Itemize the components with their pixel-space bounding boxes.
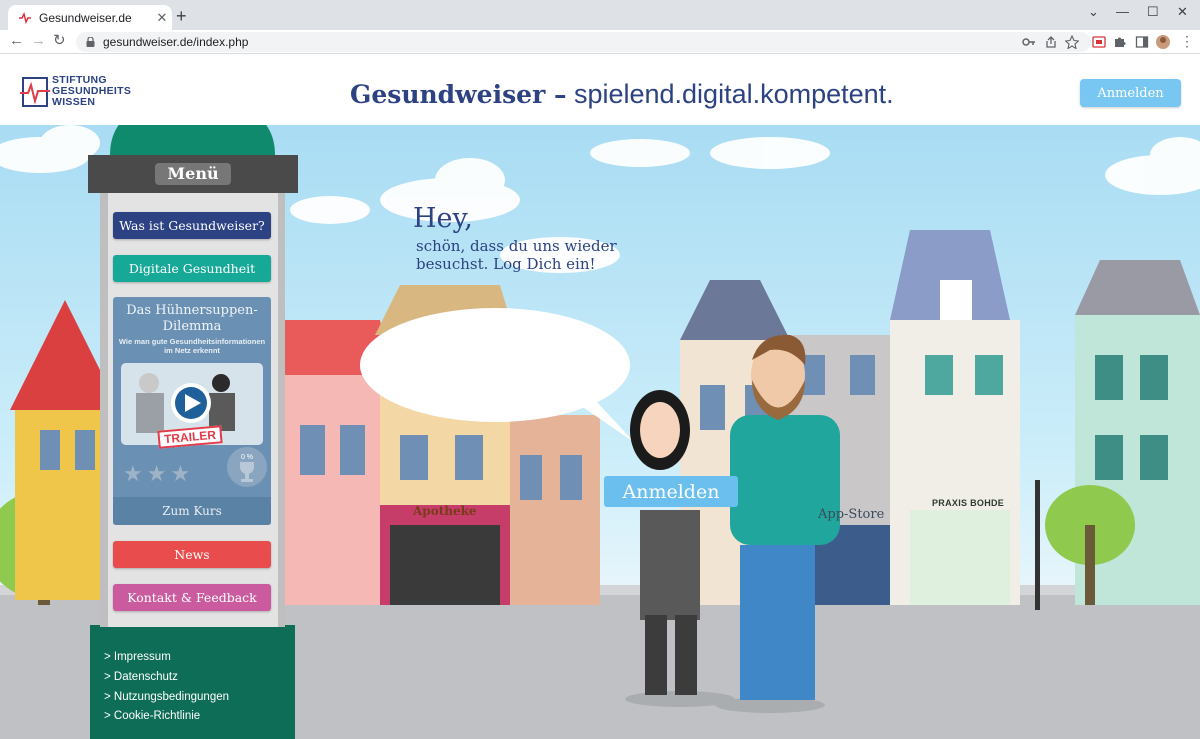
link-cookie-richtlinie[interactable]: > Cookie-Richtlinie (104, 707, 229, 727)
forward-icon[interactable]: → (31, 32, 46, 50)
title-rest: spielend.digital.kompetent. (566, 79, 894, 109)
tab-search-icon[interactable]: ⌄ (1088, 4, 1099, 20)
logo-line-3: WISSEN (52, 96, 96, 108)
apotheke-sign: Apotheke (413, 504, 477, 518)
share-icon[interactable] (1044, 35, 1058, 49)
minimize-icon[interactable]: — (1116, 4, 1129, 19)
logo-heartbeat-icon (20, 77, 50, 107)
logo[interactable]: STIFTUNG GESUNDHEITS WISSEN (20, 75, 131, 109)
course-start-button[interactable]: Zum Kurs (113, 497, 271, 525)
menu-title: Menü (167, 164, 219, 183)
footer-links: > Impressum > Datenschutz > Nutzungsbedi… (104, 648, 229, 727)
scene-login-button[interactable]: Anmelden (604, 476, 738, 507)
course-title: Das Hühnersuppen-Dilemma (126, 303, 258, 334)
profile-avatar-icon[interactable] (1156, 35, 1170, 49)
browser-tab[interactable]: Gesundweiser.de ✕ (8, 5, 172, 30)
link-impressum[interactable]: > Impressum (104, 648, 229, 668)
course-subtitle: Wie man gute Gesundheitsinformationen im… (118, 337, 266, 355)
trophy-icon: 0 % (227, 447, 267, 487)
sidepanel-icon[interactable] (1135, 35, 1149, 49)
maximize-icon[interactable]: ☐ (1147, 4, 1159, 20)
greeting-text: schön, dass du uns wieder besuchst. Log … (416, 237, 617, 273)
appstore-sign: App-Store (818, 507, 885, 522)
link-datenschutz[interactable]: > Datenschutz (104, 668, 229, 688)
logo-text: STIFTUNG GESUNDHEITS WISSEN (52, 75, 131, 108)
site-favicon-icon (19, 11, 31, 24)
menu-item-kontakt[interactable]: Kontakt & Feedback (113, 584, 271, 611)
menu-item-news[interactable]: News (113, 541, 271, 568)
course-card: Das Hühnersuppen-Dilemma Wie man gute Ge… (113, 297, 271, 525)
new-tab-button[interactable]: + (176, 7, 187, 25)
greeting-title: Hey, (413, 203, 473, 234)
trophy-cup-icon (240, 462, 254, 482)
close-window-icon[interactable]: ✕ (1177, 4, 1188, 20)
lock-icon (86, 37, 95, 47)
key-icon[interactable] (1022, 35, 1036, 49)
header-login-button[interactable]: Anmelden (1080, 79, 1181, 107)
address-bar[interactable]: gesundweiser.de/index.php (76, 32, 1091, 52)
menu-item-was-ist[interactable]: Was ist Gesundweiser? (113, 212, 271, 239)
bookmark-star-icon[interactable] (1065, 35, 1079, 49)
praxis-sign: PRAXIS BOHDE (932, 498, 1005, 508)
reload-icon[interactable]: ↻ (53, 32, 66, 50)
title-bold: Gesundweiser – (350, 80, 567, 109)
browser-menu-icon[interactable]: ⋮ (1180, 32, 1194, 50)
tab-title: Gesundweiser.de (39, 10, 132, 25)
link-nutzungsbedingungen[interactable]: > Nutzungsbedingungen (104, 688, 229, 708)
browser-toolbar: ← → ↻ gesundweiser.de/index.php ⋮ (0, 30, 1200, 54)
page-title: Gesundweiser – spielend.digital.kompeten… (350, 79, 894, 110)
site-header: STIFTUNG GESUNDHEITS WISSEN Gesundweiser… (0, 55, 1200, 125)
browser-tabbar: Gesundweiser.de ✕ + ⌄ — ☐ ✕ (0, 0, 1200, 30)
back-icon[interactable]: ← (9, 32, 24, 50)
rating-stars-icon: ★★★ (123, 461, 195, 486)
extension-icon[interactable] (1092, 35, 1106, 49)
puzzle-icon[interactable] (1113, 35, 1127, 49)
menu-item-digitale-gesundheit[interactable]: Digitale Gesundheit (113, 255, 271, 282)
url-text: gesundweiser.de/index.php (103, 35, 249, 49)
tab-close-icon[interactable]: ✕ (152, 10, 172, 26)
